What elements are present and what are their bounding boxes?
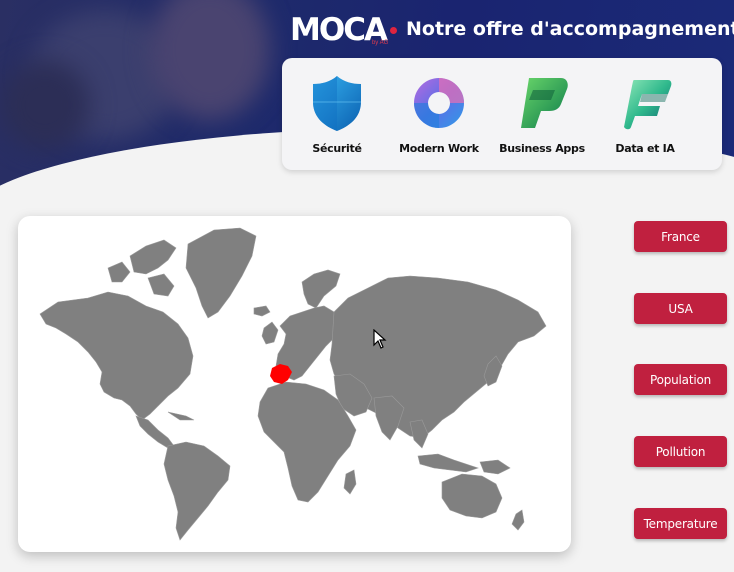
- title-bullet: [390, 27, 397, 34]
- offer-business-apps[interactable]: Business Apps: [492, 72, 592, 155]
- map-region-south-america: [163, 441, 231, 541]
- map-region-arctic-islands: [129, 239, 177, 275]
- usa-button[interactable]: USA: [634, 293, 727, 324]
- offer-security[interactable]: Sécurité: [287, 72, 387, 155]
- power-apps-icon: [521, 78, 568, 128]
- map-region-scandinavia: [301, 269, 341, 309]
- shield-icon: [313, 76, 361, 131]
- fabric-icon: [624, 80, 672, 130]
- map-region-greenland: [185, 227, 257, 319]
- background-photo-shadow: [0, 60, 90, 150]
- temperature-button[interactable]: Temperature: [634, 508, 727, 539]
- world-map[interactable]: [18, 216, 571, 552]
- moca-logo: MOCA by AG: [290, 12, 389, 48]
- map-region-arctic-islands-3: [147, 273, 175, 297]
- map-region-central-america: [135, 415, 175, 449]
- map-region-uk: [261, 321, 279, 345]
- modern-work-icon: [414, 78, 464, 128]
- mouse-cursor-icon: [373, 329, 387, 349]
- map-region-new-guinea: [479, 459, 511, 475]
- offer-card: Sécurité Modern Work Business Apps Data …: [282, 58, 722, 170]
- map-region-arctic-islands-2: [107, 261, 131, 283]
- population-button[interactable]: Population: [634, 364, 727, 395]
- map-region-asia: [329, 275, 547, 439]
- map-region-australia: [441, 473, 503, 519]
- offer-data-ia[interactable]: Data et IA: [595, 72, 695, 155]
- page-title: Notre offre d'accompagnement: [406, 18, 734, 40]
- pollution-button[interactable]: Pollution: [634, 436, 727, 467]
- map-region-caribbean: [167, 411, 195, 421]
- france-button[interactable]: France: [634, 221, 727, 252]
- map-region-north-america: [39, 291, 194, 421]
- map-region-iceland: [253, 305, 271, 317]
- map-region-indonesia: [417, 453, 479, 473]
- world-map-card: [18, 216, 571, 552]
- map-region-madagascar: [343, 469, 357, 495]
- map-region-new-zealand: [511, 509, 525, 531]
- offer-modern-work[interactable]: Modern Work: [389, 72, 489, 155]
